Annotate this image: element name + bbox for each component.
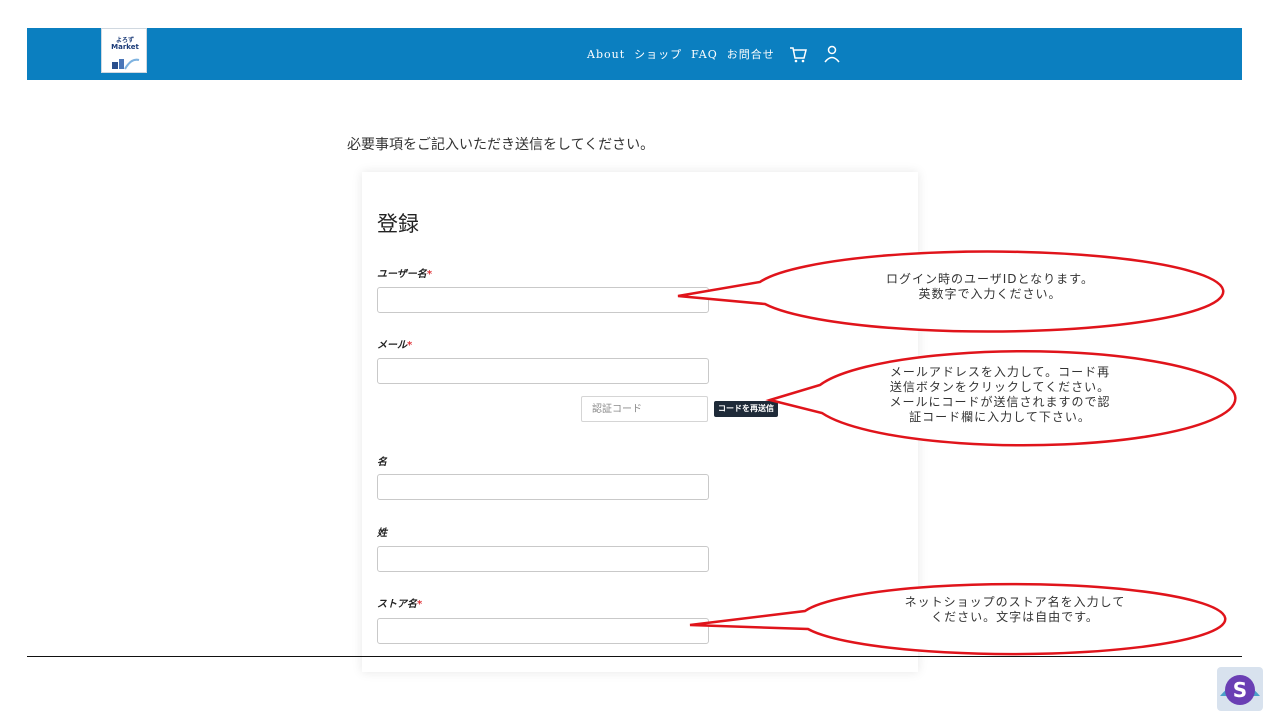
callout-line: メールアドレスを入力して。コード再 — [889, 365, 1111, 379]
site-header: よろず Market About ショップ FAQ お問合せ — [27, 28, 1242, 80]
callout-line: 送信ボタンをクリックしてください。 — [889, 380, 1111, 394]
username-label: ユーザー名* — [377, 269, 433, 280]
nav-about[interactable]: About — [587, 48, 625, 61]
logo-text: Market — [111, 43, 139, 51]
callout-line: 証コード欄に入力して下さい。 — [909, 410, 1091, 424]
resend-code-button[interactable]: コードを再送信 — [714, 401, 778, 417]
first-name-label: 名 — [377, 457, 387, 468]
email-label: メール* — [377, 340, 413, 351]
corner-s-logo-icon: S — [1217, 667, 1263, 711]
callout-line: 英数字で入力ください。 — [918, 287, 1062, 301]
logo-graphic-icon — [112, 58, 140, 70]
nav-faq[interactable]: FAQ — [691, 48, 718, 61]
main-nav: About ショップ FAQ お問合せ — [587, 28, 842, 80]
last-name-input[interactable] — [377, 546, 709, 572]
first-name-input[interactable] — [377, 474, 709, 500]
callout-text-email: メールアドレスを入力して。コード再 送信ボタンをクリックしてください。 メールに… — [830, 365, 1170, 425]
callout-line: メールにコードが送信されますので認 — [889, 395, 1111, 409]
callout-line: ネットショップのストア名を入力して — [904, 595, 1126, 609]
verification-code-input[interactable] — [581, 396, 708, 422]
required-marker: * — [407, 340, 413, 351]
nav-shop[interactable]: ショップ — [634, 46, 682, 62]
callout-text-store: ネットショップのストア名を入力して ください。文字は自由です。 — [845, 595, 1185, 625]
store-name-input[interactable] — [377, 618, 709, 644]
site-logo[interactable]: よろず Market — [101, 28, 147, 73]
callout-line: ログイン時のユーザIDとなります。 — [886, 272, 1094, 286]
intro-text: 必要事項をご記入いただき送信をしてください。 — [347, 137, 655, 153]
callout-text-username: ログイン時のユーザIDとなります。 英数字で入力ください。 — [820, 272, 1160, 302]
callout-line: ください。文字は自由です。 — [931, 610, 1099, 624]
cart-icon[interactable] — [788, 43, 808, 65]
nav-contact[interactable]: お問合せ — [727, 46, 775, 62]
form-title: 登録 — [377, 212, 419, 236]
required-marker: * — [417, 599, 423, 610]
user-icon[interactable] — [822, 43, 842, 65]
last-name-label: 姓 — [377, 528, 387, 539]
store-name-label: ストア名* — [377, 599, 423, 610]
username-input[interactable] — [377, 287, 709, 313]
page-divider — [27, 656, 1242, 657]
svg-text:S: S — [1233, 678, 1247, 702]
email-input[interactable] — [377, 358, 709, 384]
required-marker: * — [426, 269, 433, 280]
